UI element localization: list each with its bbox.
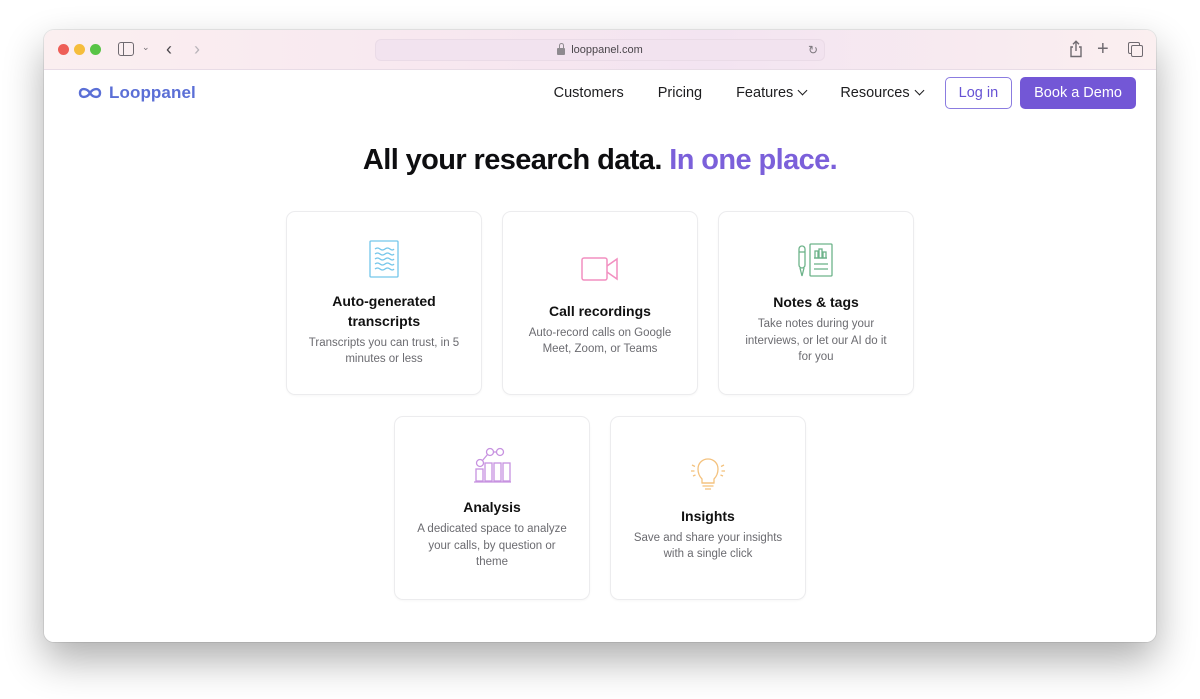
share-icon[interactable] [1069, 40, 1083, 58]
url-text: looppanel.com [571, 44, 643, 56]
book-demo-button[interactable]: Book a Demo [1020, 77, 1136, 109]
infinity-logo-icon [78, 87, 102, 99]
feature-desc: Save and share your insights with a sing… [633, 531, 783, 561]
logo-text: Looppanel [109, 83, 196, 102]
nav-pricing-label: Pricing [657, 85, 703, 101]
chevron-down-icon[interactable]: ⌄ [142, 42, 150, 53]
lightbulb-icon [691, 457, 725, 490]
transcript-document-icon [369, 239, 399, 278]
headline-main: All your research data. [362, 144, 662, 176]
reload-icon[interactable]: ↻ [808, 43, 818, 57]
feature-desc: Take notes during your interviews, or le… [745, 318, 887, 364]
feature-card-insights: Insights Save and share your insights wi… [610, 416, 806, 600]
feature-desc: Transcripts you can trust, in 5 minutes … [308, 336, 460, 366]
pen-and-notes-icon [798, 243, 833, 277]
nav-features-label: Features [736, 85, 794, 101]
nav-features[interactable]: Features [736, 85, 808, 101]
browser-window: ⌄ ‹ › looppanel.com ↻ + Looppanel Custom… [44, 30, 1156, 642]
chevron-down-icon [914, 85, 925, 95]
web-page: Looppanel Customers Pricing Features Res… [44, 71, 1156, 642]
maximize-window-button[interactable] [90, 44, 101, 55]
chevron-down-icon [797, 85, 808, 95]
feature-card-analysis: Analysis A dedicated space to analyze yo… [394, 416, 590, 600]
address-bar[interactable]: looppanel.com ↻ [375, 39, 825, 61]
analysis-chart-icon [474, 448, 511, 483]
video-camera-icon [581, 256, 618, 281]
sidebar-icon[interactable] [118, 42, 134, 56]
nav-resources[interactable]: Resources [840, 85, 925, 101]
feature-title: Auto-generated transcripts [332, 292, 436, 329]
feature-title: Insights [681, 507, 735, 524]
feature-card-transcripts: Auto-generated transcripts Transcripts y… [286, 211, 482, 395]
feature-title: Call recordings [549, 302, 651, 319]
page-headline: All your research data. In one place. [44, 144, 1156, 177]
feature-card-recordings: Call recordings Auto-record calls on Goo… [502, 211, 698, 395]
login-button[interactable]: Log in [944, 77, 1013, 109]
feature-desc: Auto-record calls on Google Meet, Zoom, … [528, 326, 672, 356]
main-nav: Customers Pricing Features Resources Log… [554, 77, 1136, 109]
headline-accent: In one place. [669, 144, 838, 176]
forward-icon[interactable]: › [194, 39, 200, 60]
tabs-overview-icon[interactable] [1128, 42, 1143, 57]
new-tab-icon[interactable]: + [1097, 38, 1109, 61]
feature-title: Notes & tags [773, 294, 859, 311]
browser-toolbar: ⌄ ‹ › looppanel.com ↻ + [44, 30, 1156, 70]
nav-pricing[interactable]: Pricing [658, 85, 702, 101]
lock-icon [557, 42, 566, 55]
nav-customers-label: Customers [553, 85, 624, 101]
feature-card-notes: Notes & tags Take notes during your inte… [718, 211, 914, 395]
back-icon[interactable]: ‹ [166, 39, 172, 60]
feature-title: Analysis [463, 499, 521, 516]
nav-resources-label: Resources [840, 85, 910, 101]
minimize-window-button[interactable] [74, 44, 85, 55]
feature-desc: A dedicated space to analyze your calls,… [417, 523, 567, 569]
nav-customers[interactable]: Customers [554, 85, 624, 101]
logo[interactable]: Looppanel [77, 83, 196, 103]
close-window-button[interactable] [58, 44, 69, 55]
